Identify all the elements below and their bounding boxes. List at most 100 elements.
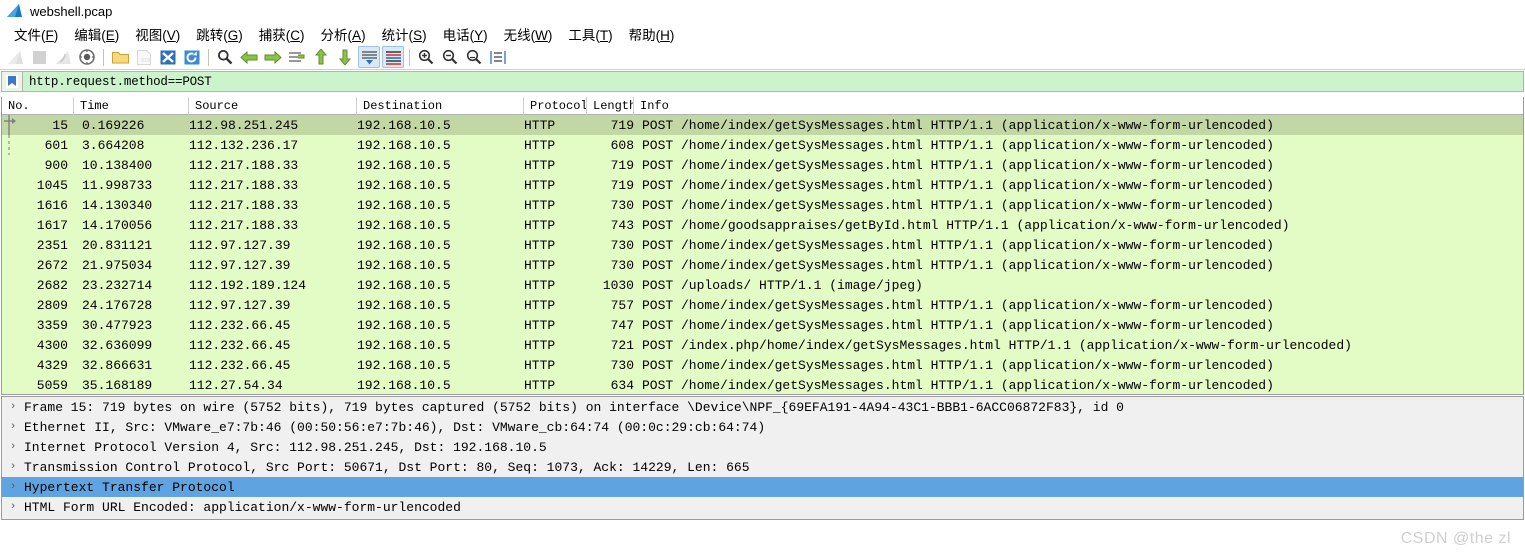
column-header-prot[interactable]: Protocol	[524, 97, 587, 115]
detail-row[interactable]: › Frame 15: 719 bytes on wire (5752 bits)…	[2, 397, 1523, 417]
go-back-icon[interactable]	[238, 46, 260, 68]
filter-input[interactable]: http.request.method==POST	[23, 72, 1523, 91]
column-header-src[interactable]: Source	[189, 97, 357, 115]
chevron-right-icon[interactable]: ›	[6, 397, 20, 417]
packet-row[interactable]: 15 0.169226 112.98.251.245 192.168.10.5 HTTP…	[2, 115, 1523, 135]
cell-prot: HTTP	[524, 357, 556, 373]
detail-row-label: Ethernet II, Src: VMware_e7:7b:46 (00:50…	[24, 419, 766, 435]
column-header-dst[interactable]: Destination	[357, 97, 524, 115]
menu-item-5[interactable]: 捕获(C)	[251, 23, 313, 45]
related-packet-marker-icon	[2, 115, 18, 135]
cell-time: 21.975034	[82, 257, 153, 273]
packet-row[interactable]: 1616 14.130340 112.217.188.33 192.168.10.5 H…	[2, 195, 1523, 215]
menu-item-2[interactable]: 编辑(E)	[66, 23, 127, 45]
cell-len: 1030	[602, 277, 634, 293]
go-first-packet-icon[interactable]	[310, 46, 332, 68]
related-packet-marker-icon	[2, 135, 18, 155]
packet-row[interactable]: 2682 23.232714 112.192.189.124 192.168.10.5…	[2, 275, 1523, 295]
chevron-right-icon[interactable]: ›	[6, 477, 20, 497]
chevron-right-icon[interactable]: ›	[6, 417, 20, 437]
chevron-right-icon[interactable]: ›	[6, 497, 20, 517]
related-packet-marker-icon	[2, 355, 18, 375]
reload-file-icon[interactable]	[181, 46, 203, 68]
column-header-len[interactable]: Length	[587, 97, 634, 115]
go-last-packet-icon[interactable]	[334, 46, 356, 68]
cell-len: 730	[610, 257, 634, 273]
packet-row[interactable]: 601 3.664208 112.132.236.17 192.168.10.5 HTT…	[2, 135, 1523, 155]
find-packet-icon[interactable]	[214, 46, 236, 68]
auto-scroll-icon[interactable]	[358, 46, 380, 68]
detail-row[interactable]: › Ethernet II, Src: VMware_e7:7b:46 (00:5…	[2, 417, 1523, 437]
column-header-no[interactable]: No.	[2, 97, 74, 115]
svg-text:010: 010	[141, 58, 150, 64]
zoom-reset-icon[interactable]	[463, 46, 485, 68]
cell-len: 757	[610, 297, 634, 313]
packet-row[interactable]: 1617 14.170056 112.217.188.33 192.168.10.5 H…	[2, 215, 1523, 235]
column-header-info[interactable]: Info	[634, 97, 1523, 115]
cell-time: 3.664208	[82, 137, 145, 153]
packet-row[interactable]: 4300 32.636099 112.232.66.45 192.168.10.5 HT…	[2, 335, 1523, 355]
cell-len: 743	[610, 217, 634, 233]
restart-capture-icon	[52, 46, 74, 68]
detail-row[interactable]: › HTML Form URL Encoded: application/x-ww…	[2, 497, 1523, 517]
cell-dst: 192.168.10.5	[357, 317, 451, 333]
capture-options-icon[interactable]	[76, 46, 98, 68]
packet-row[interactable]: 4329 32.866631 112.232.66.45 192.168.10.5 HT…	[2, 355, 1523, 375]
menu-bar[interactable]: 文件(F) 编辑(E) 视图(V) 跳转(G) 捕获(C) 分析(A) 统计(S) 电话(Y)…	[0, 22, 1525, 45]
cell-no: 2351	[36, 237, 68, 253]
cell-no: 1616	[36, 197, 68, 213]
go-to-packet-icon[interactable]	[286, 46, 308, 68]
packet-list-pane[interactable]: No. Time Source Destination Protocol Length In…	[1, 97, 1524, 395]
detail-row[interactable]: › Transmission Control Protocol, Src Port…	[2, 457, 1523, 477]
packet-row[interactable]: 1045 11.998733 112.217.188.33 192.168.10.5 H…	[2, 175, 1523, 195]
packet-row[interactable]: 2809 24.176728 112.97.127.39 192.168.10.5 HT…	[2, 295, 1523, 315]
menu-item-4[interactable]: 跳转(G)	[188, 23, 251, 45]
main-toolbar[interactable]: 010	[0, 45, 1525, 70]
packet-row[interactable]: 2672 21.975034 112.97.127.39 192.168.10.5 HT…	[2, 255, 1523, 275]
related-packet-marker-icon	[2, 215, 18, 235]
packet-row[interactable]: 2351 20.831121 112.97.127.39 192.168.10.5 HT…	[2, 235, 1523, 255]
zoom-out-icon[interactable]	[439, 46, 461, 68]
menu-item-7[interactable]: 统计(S)	[374, 23, 435, 45]
cell-info: POST /home/index/getSysMessages.html HTT…	[642, 297, 1274, 313]
column-header-time[interactable]: Time	[74, 97, 189, 115]
cell-info: POST /home/index/getSysMessages.html HTT…	[642, 317, 1274, 333]
zoom-in-icon[interactable]	[415, 46, 437, 68]
close-file-icon[interactable]	[157, 46, 179, 68]
open-file-icon[interactable]	[109, 46, 131, 68]
cell-dst: 192.168.10.5	[357, 157, 451, 173]
cell-no: 4300	[36, 337, 68, 353]
packet-row[interactable]: 3359 30.477923 112.232.66.45 192.168.10.5 HT…	[2, 315, 1523, 335]
menu-item-11[interactable]: 帮助(H)	[621, 23, 683, 45]
chevron-right-icon[interactable]: ›	[6, 457, 20, 477]
menu-item-10[interactable]: 工具(T)	[560, 23, 620, 45]
chevron-right-icon[interactable]: ›	[6, 437, 20, 457]
menu-item-1[interactable]: 文件(F)	[6, 23, 66, 45]
window-title: webshell.pcap	[30, 3, 113, 19]
packet-row[interactable]: 900 10.138400 112.217.188.33 192.168.10.5 HT…	[2, 155, 1523, 175]
menu-item-6[interactable]: 分析(A)	[313, 23, 374, 45]
packet-list-header[interactable]: No. Time Source Destination Protocol Length In…	[2, 97, 1523, 115]
cell-dst: 192.168.10.5	[357, 237, 451, 253]
detail-row[interactable]: › Internet Protocol Version 4, Src: 112.9…	[2, 437, 1523, 457]
packet-detail-pane[interactable]: › Frame 15: 719 bytes on wire (5752 bits)…	[1, 396, 1524, 520]
cell-no: 4329	[36, 357, 68, 373]
menu-item-9[interactable]: 无线(W)	[496, 23, 561, 45]
display-filter-bar[interactable]: http.request.method==POST	[1, 71, 1524, 92]
cell-info: POST /home/index/getSysMessages.html HTT…	[642, 377, 1274, 393]
resize-columns-icon[interactable]	[487, 46, 509, 68]
bookmark-icon[interactable]	[2, 72, 23, 91]
detail-row[interactable]: › Hypertext Transfer Protocol	[2, 477, 1523, 497]
cell-info: POST /home/index/getSysMessages.html HTT…	[642, 197, 1274, 213]
go-forward-icon[interactable]	[262, 46, 284, 68]
toolbar-separator	[103, 48, 104, 66]
cell-src: 112.232.66.45	[189, 337, 291, 353]
menu-item-3[interactable]: 视图(V)	[127, 23, 188, 45]
packet-list-rows[interactable]: 15 0.169226 112.98.251.245 192.168.10.5 HTTP…	[2, 115, 1523, 394]
cell-src: 112.232.66.45	[189, 357, 291, 373]
packet-row[interactable]: 5059 35.168189 112.27.54.34 192.168.10.5 HTT…	[2, 375, 1523, 394]
colorize-packets-icon[interactable]	[382, 46, 404, 68]
cell-len: 719	[610, 117, 634, 133]
cell-dst: 192.168.10.5	[357, 337, 451, 353]
menu-item-8[interactable]: 电话(Y)	[435, 23, 496, 45]
